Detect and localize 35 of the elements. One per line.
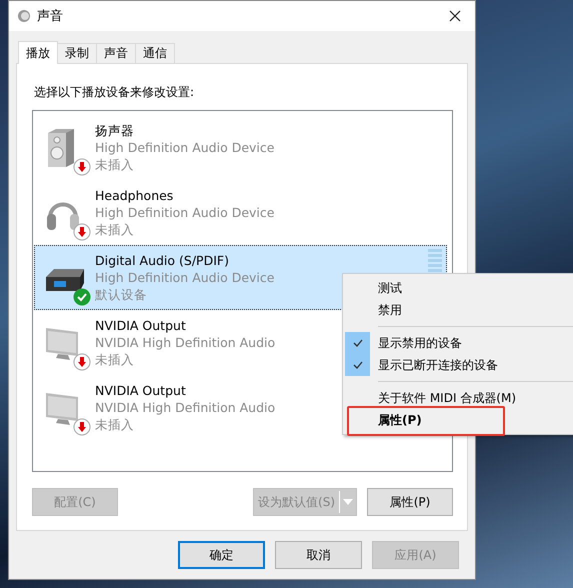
- device-driver: High Definition Audio Device: [95, 204, 274, 221]
- menu-item[interactable]: 显示已断开连接的设备: [343, 354, 573, 376]
- checkmark-icon: [352, 361, 362, 369]
- menu-item[interactable]: 显示禁用的设备: [343, 332, 573, 354]
- device-status: 未插入: [95, 221, 134, 238]
- device-name: 扬声器: [95, 122, 134, 139]
- button[interactable]: 取消: [275, 541, 362, 569]
- device-name: NVIDIA Output: [95, 382, 186, 399]
- menu-item-label: 显示禁用的设备: [378, 334, 462, 352]
- device-status: 未插入: [95, 351, 134, 368]
- menu-item-label: 关于软件 MIDI 合成器(M): [378, 390, 516, 406]
- tab[interactable]: 通信: [135, 43, 175, 63]
- window-title: 声音: [37, 8, 63, 25]
- button[interactable]: 确定: [178, 541, 265, 569]
- device-status: 未插入: [95, 156, 134, 173]
- device-status: 未插入: [95, 416, 134, 433]
- menu-item-label: 测试: [378, 280, 402, 296]
- instruction-text: 选择以下播放设备来修改设置:: [33, 84, 196, 101]
- device-name: Digital Audio (S/PDIF): [95, 252, 229, 269]
- caret-icon: [343, 499, 353, 505]
- device-driver: NVIDIA High Definition Audio: [95, 399, 276, 416]
- device-driver: High Definition Audio Device: [95, 139, 274, 156]
- device-driver: NVIDIA High Definition Audio: [95, 334, 276, 351]
- device-status: 默认设备: [95, 286, 147, 303]
- close-icon: [449, 10, 461, 22]
- menu-item[interactable]: 属性(P): [343, 409, 573, 431]
- tab[interactable]: 播放: [18, 41, 58, 64]
- device-driver: High Definition Audio Device: [95, 269, 274, 286]
- button[interactable]: 属性(P): [367, 488, 453, 516]
- menu-item-label: 显示已断开连接的设备: [378, 356, 498, 374]
- device-name: Headphones: [95, 187, 174, 204]
- checkmark-icon: [352, 339, 362, 347]
- device-name: NVIDIA Output: [95, 317, 186, 334]
- menu-item[interactable]: 关于软件 MIDI 合成器(M): [343, 387, 573, 409]
- menu-item-label: 属性(P): [378, 412, 422, 428]
